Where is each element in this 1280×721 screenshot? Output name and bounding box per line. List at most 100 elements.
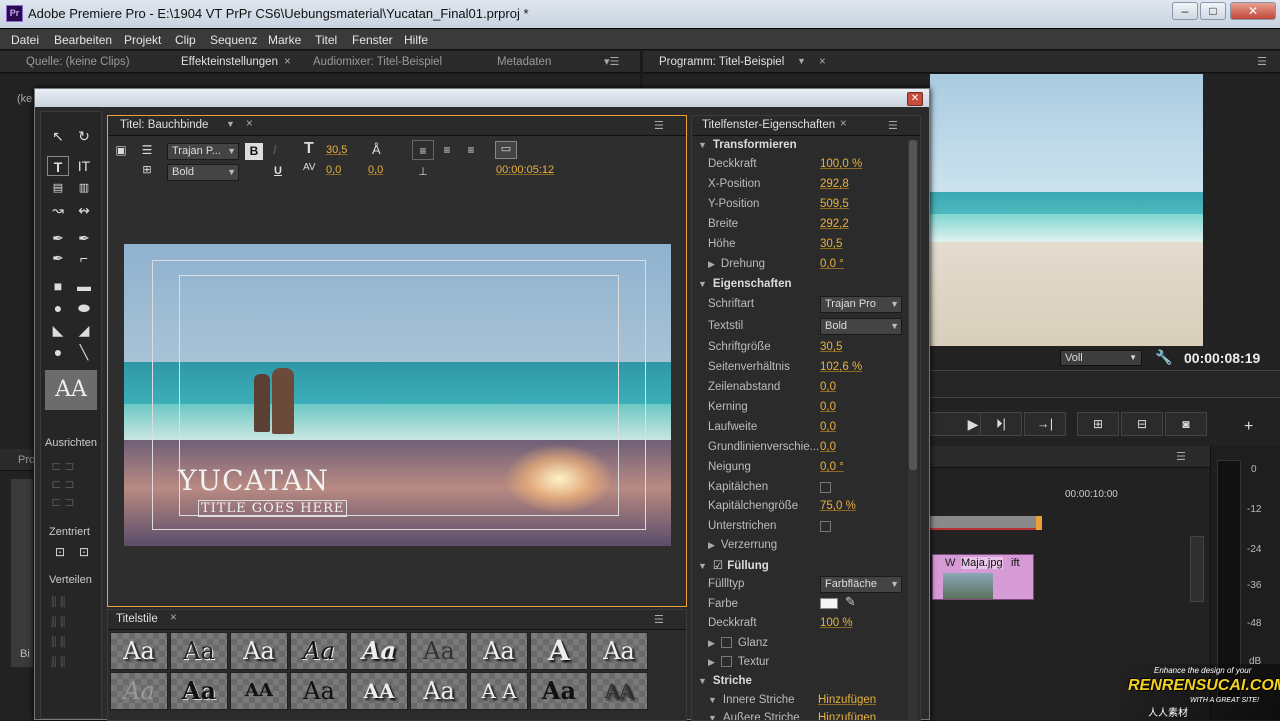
menu-marke[interactable]: Marke: [268, 33, 301, 47]
style-swatch[interactable]: Aa: [590, 632, 648, 670]
rounded-rect-tool-icon[interactable]: ▬: [73, 276, 95, 296]
font-family-select[interactable]: Trajan P... ▼: [167, 143, 239, 160]
timeline-clip[interactable]: W Maja.jpg ift: [932, 554, 1034, 600]
rectangle-tool-icon[interactable]: ■: [47, 276, 69, 296]
menu-projekt[interactable]: Projekt: [124, 33, 161, 47]
timeline-workarea-bar[interactable]: [930, 516, 1040, 530]
close-icon[interactable]: ×: [170, 612, 177, 624]
maximize-button[interactable]: □: [1200, 2, 1226, 20]
opacity-value[interactable]: 100,0 %: [820, 158, 862, 170]
text-style-dropdown[interactable]: Bold ▼: [820, 318, 902, 335]
section-strokes[interactable]: ▼ Striche: [698, 675, 752, 687]
overwrite-button[interactable]: ⊟: [1121, 412, 1163, 436]
texture-checkbox[interactable]: [720, 656, 732, 668]
tab-source[interactable]: Quelle: (keine Clips): [26, 56, 130, 68]
panel-menu-icon[interactable]: ☰: [654, 119, 664, 132]
style-swatch[interactable]: A: [530, 632, 588, 670]
menu-fenster[interactable]: Fenster: [352, 33, 393, 47]
close-icon[interactable]: ×: [840, 118, 847, 130]
inner-strokes-row[interactable]: ▼ Innere Striche: [708, 694, 795, 706]
zoom-level-select[interactable]: Voll ▼: [1060, 350, 1142, 366]
x-position-value[interactable]: 292,8: [820, 178, 849, 190]
style-swatch[interactable]: AA: [350, 672, 408, 710]
vertical-area-type-icon[interactable]: ▥: [73, 178, 95, 198]
chevron-down-icon[interactable]: ▼: [797, 56, 806, 66]
color-swatch[interactable]: [820, 598, 838, 609]
small-caps-checkbox[interactable]: [820, 482, 831, 493]
rounded-corner-tool-icon[interactable]: ⬬: [73, 298, 95, 318]
type-tool-icon[interactable]: T: [47, 156, 69, 176]
leading-value[interactable]: 0,0: [368, 164, 383, 176]
baseline-shift-value[interactable]: 0,0: [820, 441, 836, 453]
texture-row[interactable]: ▶ Textur: [708, 656, 769, 668]
fill-type-dropdown[interactable]: Farbfläche ▼: [820, 576, 902, 593]
panel-menu-icon[interactable]: ▾☰: [604, 55, 619, 68]
kerning-prop-value[interactable]: 0,0: [820, 401, 836, 413]
sheen-row[interactable]: ▶ Glanz: [708, 637, 768, 649]
font-family-dropdown[interactable]: Trajan Pro ▼: [820, 296, 902, 313]
kerning-value[interactable]: 0,0: [326, 164, 341, 176]
style-swatch[interactable]: AA: [230, 672, 288, 710]
eyedropper-icon[interactable]: ✎: [845, 594, 856, 610]
project-tab-fragment[interactable]: Pro: [18, 454, 35, 466]
section-properties[interactable]: ▼ Eigenschaften: [698, 278, 792, 290]
italic-button[interactable]: I: [273, 143, 276, 157]
camera-icon[interactable]: ◙: [1165, 412, 1207, 436]
vertical-path-type-icon[interactable]: ↭: [73, 200, 95, 220]
delete-anchor-icon[interactable]: ✒: [73, 228, 95, 248]
vertical-type-tool-icon[interactable]: IT: [73, 156, 95, 176]
close-icon[interactable]: ×: [284, 56, 291, 68]
checkmark-icon[interactable]: ☑: [713, 560, 723, 572]
properties-scrollbar[interactable]: [908, 140, 918, 720]
align-center-icon[interactable]: ≡: [436, 140, 458, 160]
style-swatch[interactable]: Aa: [230, 632, 288, 670]
style-swatch[interactable]: Aa: [350, 632, 408, 670]
close-icon[interactable]: ×: [819, 56, 826, 68]
height-value[interactable]: 30,5: [820, 238, 842, 250]
style-swatch[interactable]: Aa: [410, 632, 468, 670]
center-vertical-button[interactable]: ⊡: [73, 542, 95, 562]
close-icon[interactable]: ×: [246, 118, 253, 130]
area-type-tool-icon[interactable]: ▤: [47, 178, 69, 198]
chevron-down-icon[interactable]: ▼: [226, 119, 235, 129]
tracking-value[interactable]: 0,0: [820, 421, 836, 433]
arc-tool-icon[interactable]: ◢: [73, 320, 95, 340]
tab-stops-icon[interactable]: ⊞: [136, 160, 158, 180]
style-swatch[interactable]: A A: [470, 672, 528, 710]
slant-value[interactable]: 0,0 °: [820, 461, 844, 473]
menu-clip[interactable]: Clip: [175, 33, 196, 47]
wrench-icon[interactable]: 🔧: [1155, 349, 1172, 366]
y-position-value[interactable]: 509,5: [820, 198, 849, 210]
tab-icon[interactable]: ⊥: [412, 162, 434, 182]
style-swatch[interactable]: Aa: [530, 672, 588, 710]
line-tool-icon[interactable]: ╲: [73, 342, 95, 362]
menu-hilfe[interactable]: Hilfe: [404, 33, 428, 47]
title-canvas[interactable]: YUCATAN TITLE GOES HERE: [124, 244, 671, 546]
style-swatch[interactable]: Aa: [110, 632, 168, 670]
tab-audiomixer[interactable]: Audiomixer: Titel-Beispiel: [313, 56, 442, 68]
panel-menu-icon[interactable]: ☰: [1176, 450, 1186, 463]
show-video-icon[interactable]: ▭: [495, 141, 517, 159]
ellipse-tool-icon[interactable]: ●: [47, 342, 69, 362]
underline-button[interactable]: U: [274, 165, 282, 177]
minimize-button[interactable]: –: [1172, 2, 1198, 20]
aspect-value[interactable]: 102,6 %: [820, 361, 862, 373]
background-timecode[interactable]: 00:00:05:12: [496, 164, 554, 176]
tab-program[interactable]: Programm: Titel-Beispiel: [659, 56, 784, 68]
panel-menu-icon[interactable]: ☰: [1257, 55, 1267, 68]
center-horizontal-button[interactable]: ⊡: [49, 542, 71, 562]
new-title-icon[interactable]: ▣: [110, 140, 132, 160]
section-transform[interactable]: ▼ Transformieren: [698, 139, 797, 151]
path-type-tool-icon[interactable]: ↝: [47, 200, 69, 220]
style-swatch[interactable]: Aa: [410, 672, 468, 710]
style-swatch[interactable]: Aa: [290, 632, 348, 670]
menu-datei[interactable]: Datei: [11, 33, 39, 47]
font-size-value[interactable]: 30,5: [326, 144, 347, 156]
distort-row[interactable]: ▶ Verzerrung: [708, 539, 777, 551]
bold-button[interactable]: B: [245, 143, 263, 160]
go-to-out-button[interactable]: →|: [1024, 412, 1066, 436]
outer-strokes-row[interactable]: ▼ Äußere Striche: [708, 712, 800, 720]
section-fill[interactable]: ▼ ☑ Füllung: [698, 558, 769, 572]
rotation-value[interactable]: 0,0 °: [820, 258, 844, 270]
style-swatch[interactable]: AA: [590, 672, 648, 710]
